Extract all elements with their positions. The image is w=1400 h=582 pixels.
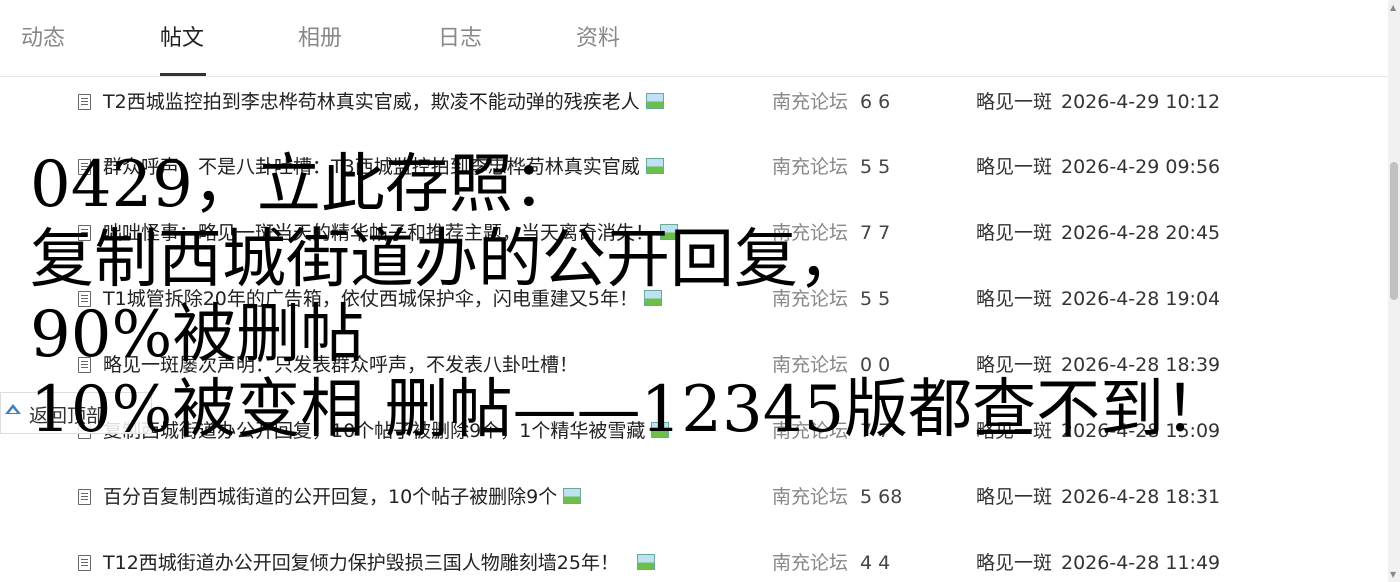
post-author-link[interactable]: 略见一斑 [976,416,1052,446]
post-author-link[interactable]: 略见一斑 [976,350,1052,380]
tab-profile[interactable]: 资料 [576,24,620,54]
post-date: 2026-4-28 11:49 [1061,552,1221,574]
post-title-link[interactable]: 群众呼声，不是八卦吐槽：T3西城监控拍到李忠桦苟林真实官威 [103,152,664,182]
document-icon [78,489,91,505]
post-author-link[interactable]: 略见一斑 [976,87,1052,117]
tab-dynamics[interactable]: 动态 [21,24,65,54]
post-forum-link[interactable]: 南充论坛 [772,284,848,314]
back-to-top-label: 返回顶部 [29,405,106,427]
post-row: 复制西城街道办公开回复，10个帖子被删除9个，1个精华被雪藏 南充论坛 7 7 … [0,416,1388,446]
post-author-link[interactable]: 略见一斑 [976,284,1052,314]
back-to-top-button[interactable]: 返回顶部 [0,392,152,434]
image-attachment-icon [645,157,664,174]
active-tab-indicator [160,73,206,76]
scroll-up-arrow-icon[interactable]: ▲ [1390,3,1396,12]
tab-journal[interactable]: 日志 [438,24,482,54]
post-counts: 7 7 [860,420,891,442]
post-author-link[interactable]: 略见一斑 [976,548,1052,578]
post-row: T1城管拆除20年的广告箱，依仗西城保护伞，闪电重建又5年！ 南充论坛 5 5 … [0,284,1388,314]
image-attachment-icon [651,421,670,438]
post-counts: 5 5 [860,156,891,178]
post-forum-link[interactable]: 南充论坛 [772,87,848,117]
post-counts: 6 6 [860,91,891,113]
post-counts: 7 7 [860,222,891,244]
image-attachment-icon [660,223,679,240]
post-forum-link[interactable]: 南充论坛 [772,416,848,446]
post-author-link[interactable]: 略见一斑 [976,482,1052,512]
post-title-link[interactable]: T2西城监控拍到李忠桦苟林真实官威，欺凌不能动弹的残疾老人 [103,87,664,117]
post-row: 咄咄怪事：略见一斑当天的精华帖子和推荐主题，当天离奇消失！ 南充论坛 7 7 略… [0,218,1388,248]
document-icon [78,159,91,175]
post-title-link[interactable]: 百分百复制西城街道的公开回复，10个帖子被删除9个 [103,482,582,512]
document-icon [78,225,91,241]
tab-album[interactable]: 相册 [298,24,342,54]
post-row: 百分百复制西城街道的公开回复，10个帖子被删除9个 南充论坛 5 68 略见一斑… [0,482,1388,512]
post-forum-link[interactable]: 南充论坛 [772,152,848,182]
post-date: 2026-4-28 18:39 [1061,354,1221,376]
post-forum-link[interactable]: 南充论坛 [772,218,848,248]
post-date: 2026-4-28 15:09 [1061,420,1221,442]
vertical-scrollbar[interactable]: ▲ ▼ [1388,0,1400,582]
arrow-up-icon [5,404,21,414]
post-title-link[interactable]: T12西城街道办公开回复倾力保护毁损三国人物雕刻墙25年！ [103,548,655,578]
post-date: 2026-4-28 18:31 [1061,486,1221,508]
post-forum-link[interactable]: 南充论坛 [772,482,848,512]
post-forum-link[interactable]: 南充论坛 [772,350,848,380]
post-title-link[interactable]: 咄咄怪事：略见一斑当天的精华帖子和推荐主题，当天离奇消失！ [103,218,679,248]
post-forum-link[interactable]: 南充论坛 [772,548,848,578]
post-date: 2026-4-28 19:04 [1061,288,1221,310]
image-attachment-icon [645,92,664,109]
post-date: 2026-4-29 09:56 [1061,156,1221,178]
scrollbar-thumb[interactable] [1390,162,1398,300]
post-date: 2026-4-29 10:12 [1061,91,1221,113]
post-counts: 4 4 [860,552,891,574]
post-author-link[interactable]: 略见一斑 [976,152,1052,182]
post-title-link[interactable]: 复制西城街道办公开回复，10个帖子被删除9个，1个精华被雪藏 [103,416,670,446]
image-attachment-icon [643,289,662,306]
post-counts: 5 5 [860,288,891,310]
document-icon [78,94,91,110]
scroll-down-arrow-icon[interactable]: ▼ [1390,570,1396,579]
post-date: 2026-4-28 20:45 [1061,222,1221,244]
document-icon [78,291,91,307]
post-title-link[interactable]: T1城管拆除20年的广告箱，依仗西城保护伞，闪电重建又5年！ [103,284,662,314]
post-title-link[interactable]: 略见一斑屡次声明：只发表群众呼声，不发表八卦吐槽！ [103,350,578,380]
tab-bar: 动态 帖文 相册 日志 资料 [0,0,1390,77]
tab-posts[interactable]: 帖文 [160,24,204,54]
post-row: T2西城监控拍到李忠桦苟林真实官威，欺凌不能动弹的残疾老人 南充论坛 6 6 略… [0,87,1388,117]
post-author-link[interactable]: 略见一斑 [976,218,1052,248]
image-attachment-icon [563,487,582,504]
post-row: 群众呼声，不是八卦吐槽：T3西城监控拍到李忠桦苟林真实官威 南充论坛 5 5 略… [0,152,1388,182]
post-row: 略见一斑屡次声明：只发表群众呼声，不发表八卦吐槽！ 南充论坛 0 0 略见一斑 … [0,350,1388,380]
document-icon [78,357,91,373]
post-row: T12西城街道办公开回复倾力保护毁损三国人物雕刻墙25年！ 南充论坛 4 4 略… [0,548,1388,578]
post-counts: 0 0 [860,354,891,376]
document-icon [78,555,91,571]
image-attachment-icon [636,553,655,570]
post-counts: 5 68 [860,486,903,508]
